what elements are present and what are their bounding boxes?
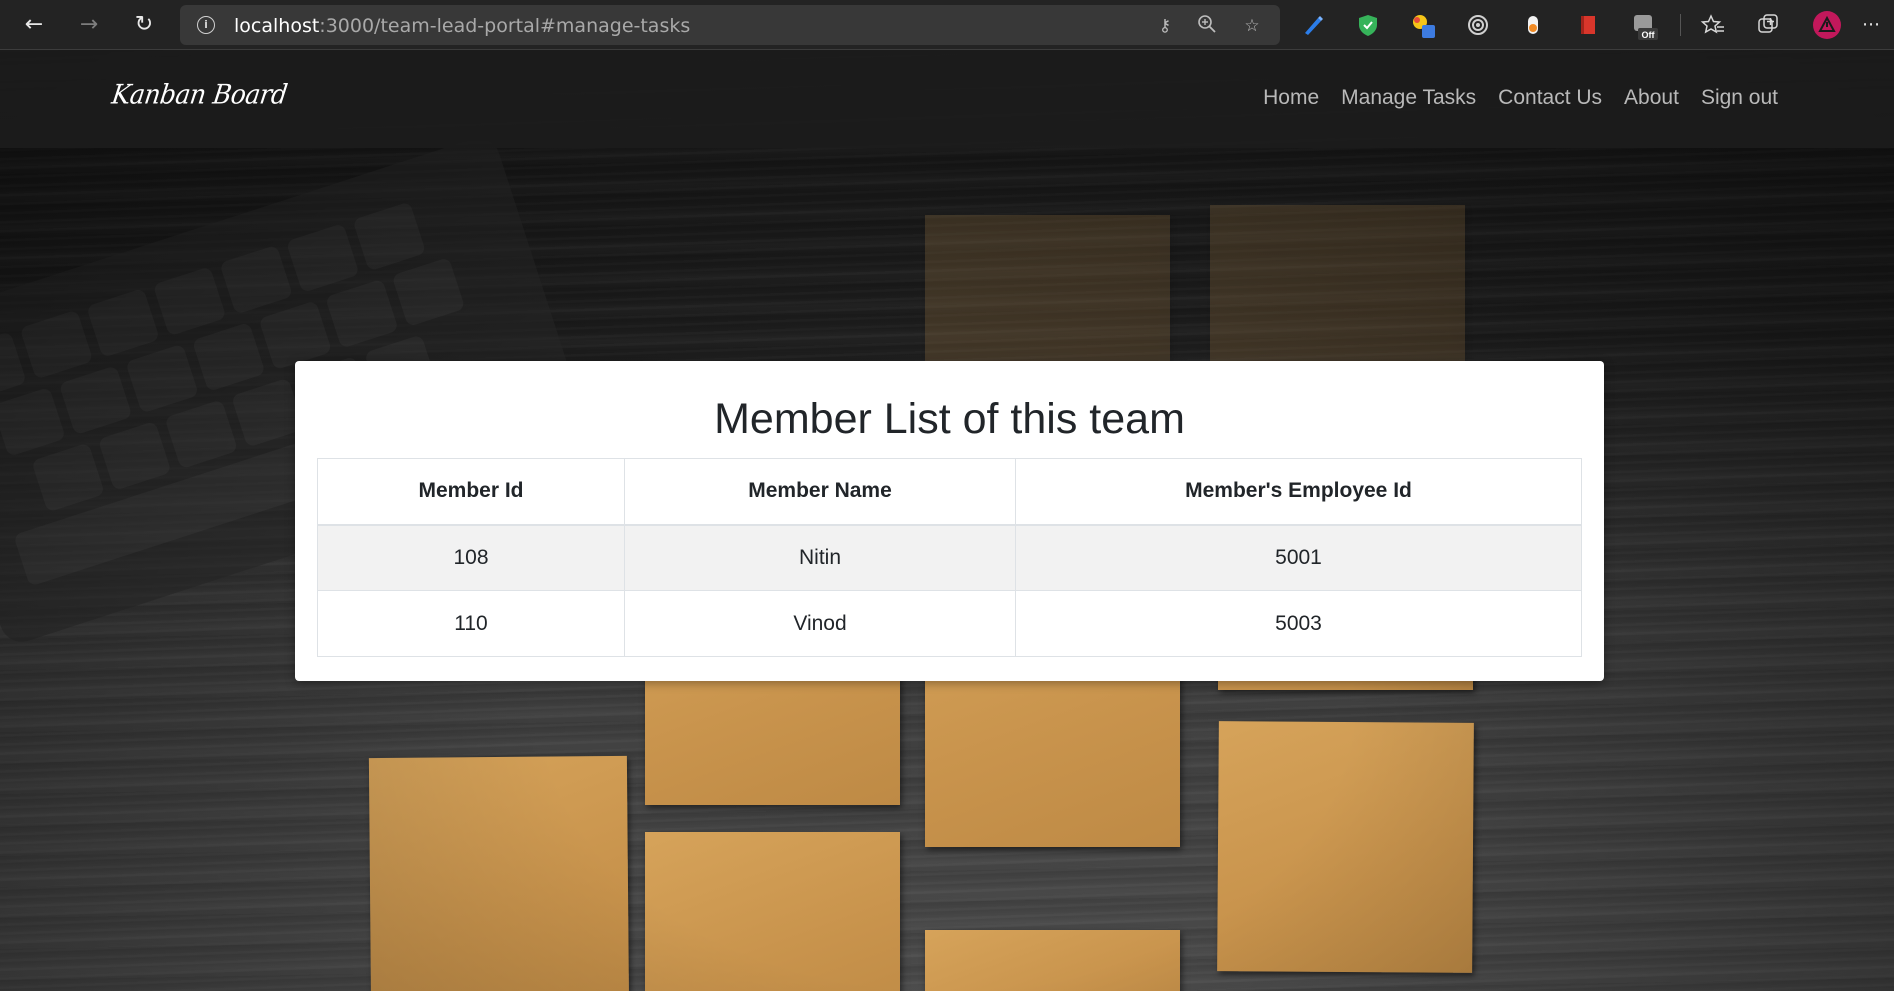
more-options-icon[interactable]: ⋯	[1855, 9, 1887, 41]
site-info-icon[interactable]: i	[197, 16, 215, 34]
member-name-cell: Nitin	[624, 524, 1016, 591]
table-row: 108 Nitin 5001	[317, 524, 1582, 591]
page-viewport: Kanban Board Home Manage Tasks Contact U…	[0, 50, 1894, 991]
column-header-employee-id: Member's Employee Id	[1015, 458, 1582, 526]
shield-extension-icon[interactable]	[1355, 12, 1381, 38]
nav-links: Home Manage Tasks Contact Us About Sign …	[1263, 86, 1778, 110]
nav-link-contact-us[interactable]: Contact Us	[1498, 86, 1602, 110]
favorites-icon[interactable]	[1700, 12, 1726, 38]
table-header-row: Member Id Member Name Member's Employee …	[317, 458, 1582, 526]
url-text[interactable]: localhost:3000/team-lead-portal#manage-t…	[234, 15, 690, 37]
member-id-cell: 110	[317, 590, 625, 657]
zoom-icon[interactable]	[1195, 14, 1219, 38]
member-id-cell: 108	[317, 524, 625, 591]
back-arrow-icon[interactable]: ←	[18, 9, 50, 41]
nav-link-about[interactable]: About	[1624, 86, 1679, 110]
member-name-cell: Vinod	[624, 590, 1016, 657]
toggle-extension-icon[interactable]	[1520, 12, 1546, 38]
profile-avatar-icon[interactable]	[1812, 10, 1841, 39]
nav-link-home[interactable]: Home	[1263, 86, 1319, 110]
browser-toolbar: ← → ↻ i localhost:3000/team-lead-portal#…	[0, 0, 1894, 50]
target-extension-icon[interactable]	[1465, 12, 1491, 38]
column-header-member-id: Member Id	[317, 458, 625, 526]
employee-id-cell: 5003	[1015, 590, 1582, 657]
nav-link-manage-tasks[interactable]: Manage Tasks	[1341, 86, 1476, 110]
pen-extension-icon[interactable]	[1300, 12, 1326, 38]
column-header-member-name: Member Name	[624, 458, 1016, 526]
reload-icon[interactable]: ↻	[128, 9, 160, 41]
address-bar[interactable]: i localhost:3000/team-lead-portal#manage…	[180, 5, 1280, 45]
member-list-card: Member List of this team Member Id Membe…	[295, 361, 1604, 681]
key-icon[interactable]: ⚷	[1153, 14, 1177, 38]
svg-text:Off: Off	[1642, 30, 1656, 40]
add-favorite-icon[interactable]: ☆	[1240, 14, 1264, 38]
off-extension-icon[interactable]: Off	[1630, 12, 1658, 40]
book-extension-icon[interactable]	[1575, 12, 1601, 38]
color-picker-extension-icon[interactable]	[1410, 12, 1436, 38]
nav-link-sign-out[interactable]: Sign out	[1701, 86, 1778, 110]
card-title: Member List of this team	[714, 395, 1185, 443]
employee-id-cell: 5001	[1015, 524, 1582, 591]
brand-logo[interactable]: Kanban Board	[110, 79, 289, 110]
forward-arrow-icon[interactable]: →	[73, 9, 105, 41]
table-row: 110 Vinod 5003	[317, 590, 1582, 657]
toolbar-separator	[1680, 14, 1681, 36]
member-table: Member Id Member Name Member's Employee …	[317, 458, 1582, 657]
collections-icon[interactable]	[1755, 12, 1781, 38]
site-navbar: Kanban Board Home Manage Tasks Contact U…	[0, 50, 1894, 148]
